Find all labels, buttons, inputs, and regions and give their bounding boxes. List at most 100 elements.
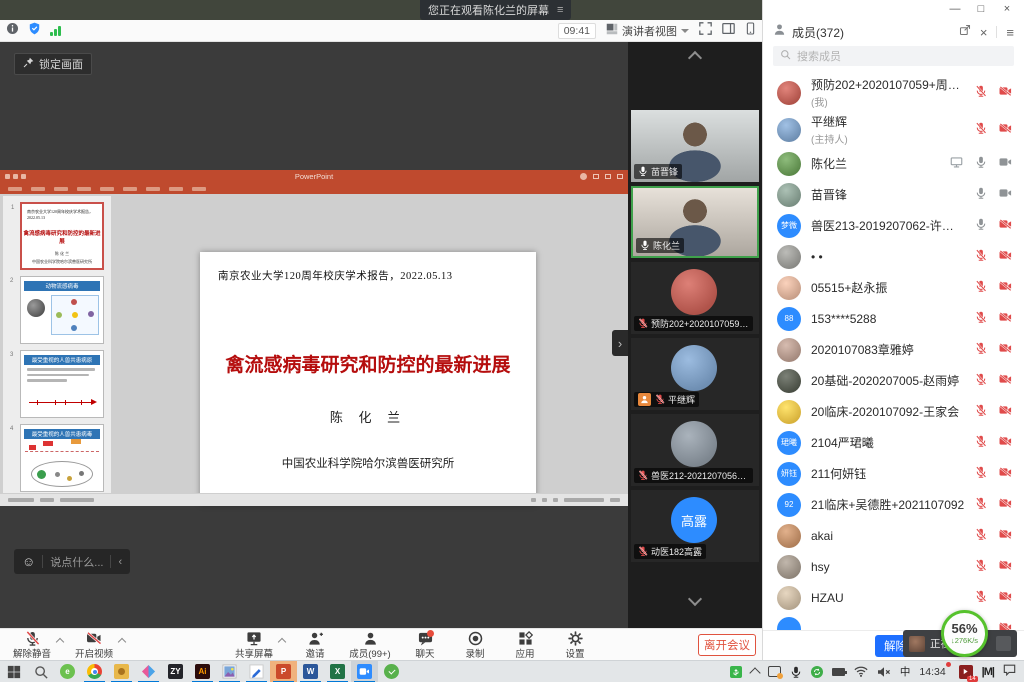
member-row[interactable]: 20临床-2020107092-王家会 <box>763 396 1024 427</box>
system-monitor-ball[interactable]: 56% ↓276K/s <box>941 610 988 657</box>
video-tile[interactable]: 陈化兰 <box>631 186 759 258</box>
camera-icon[interactable] <box>999 84 1012 102</box>
member-row[interactable]: HZAU <box>763 582 1024 613</box>
mic-icon[interactable] <box>975 248 987 266</box>
toolbar-apps-button[interactable]: 应用 <box>504 629 546 661</box>
camera-icon[interactable] <box>999 558 1012 576</box>
taskbar-app-excel[interactable]: X <box>324 661 351 682</box>
member-row[interactable]: 梦微 兽医213-2019207062-许梦微 <box>763 210 1024 241</box>
tray-battery-icon[interactable] <box>832 668 845 676</box>
camera-icon[interactable] <box>999 589 1012 607</box>
member-row[interactable]: 2020107083章雅婷 <box>763 334 1024 365</box>
tray-wifi-icon[interactable] <box>854 666 868 677</box>
panel-menu-icon[interactable]: ≡ <box>1006 25 1014 40</box>
taskbar-app-photos[interactable] <box>216 661 243 682</box>
mic-icon[interactable] <box>975 121 987 139</box>
mic-icon[interactable] <box>975 310 987 328</box>
video-tile[interactable]: 苗晋锋 <box>631 110 759 182</box>
taskbar-app-huya[interactable] <box>108 661 135 682</box>
tray-usb-icon[interactable] <box>730 666 742 678</box>
member-row[interactable]: 妍钰 211何妍钰 <box>763 458 1024 489</box>
toolbar-invite-button[interactable]: 邀请 <box>294 629 336 661</box>
slide-thumbnail-4[interactable]: 4最受重视的人兽共患病毒 <box>20 424 104 492</box>
toolbar-member-button[interactable]: 成员(99+) <box>344 629 396 661</box>
pin-view-button[interactable]: 锁定画面 <box>14 53 92 75</box>
view-mode-selector[interactable]: 演讲者视图 <box>606 23 689 39</box>
toolbar-chat-button[interactable]: 聊天 <box>404 629 446 661</box>
taskbar-app-chrome[interactable] <box>81 661 108 682</box>
toolbar-share-button[interactable]: 共享屏幕 <box>228 629 280 661</box>
quick-chat-bar[interactable]: ☺ 说点什么... ‹ <box>14 549 130 574</box>
slide-thumbnail-3[interactable]: 3最受重视的人兽共患病原 <box>20 350 104 418</box>
member-row[interactable]: 陈化兰 <box>763 148 1024 179</box>
tray-capture-icon[interactable] <box>768 666 781 677</box>
member-search-input[interactable]: 搜索成员 <box>773 46 1014 66</box>
member-row[interactable]: 苗晋锋 <box>763 179 1024 210</box>
mic-icon[interactable] <box>975 589 987 607</box>
taskbar-app-powerpoint[interactable]: P <box>270 661 297 682</box>
tray-sync-icon[interactable] <box>811 666 823 678</box>
member-row[interactable]: 珺曦 2104严珺曦 <box>763 427 1024 458</box>
member-row[interactable]: hsy <box>763 551 1024 582</box>
taskbar-app-kite[interactable] <box>135 661 162 682</box>
camera-icon[interactable] <box>999 217 1012 235</box>
mic-icon[interactable] <box>975 527 987 545</box>
next-page-arrow[interactable]: › <box>612 330 628 356</box>
taskbar-app-meeting[interactable] <box>351 661 378 682</box>
slide-thumbnail-2[interactable]: 2动物流感病毒 <box>20 276 104 344</box>
toolbar-expand-chevron[interactable] <box>278 637 286 645</box>
close-panel-icon[interactable]: × <box>980 25 988 40</box>
taskbar-app-search[interactable] <box>27 661 54 682</box>
camera-icon[interactable] <box>999 372 1012 390</box>
member-row[interactable]: • • <box>763 241 1024 272</box>
security-shield-icon[interactable] <box>28 22 41 40</box>
mic-icon[interactable] <box>975 496 987 514</box>
mic-icon[interactable] <box>975 155 987 173</box>
taskbar-app-browser-360[interactable]: e <box>54 661 81 682</box>
camera-icon[interactable] <box>999 496 1012 514</box>
mic-icon[interactable] <box>975 279 987 297</box>
camera-icon[interactable] <box>999 527 1012 545</box>
camera-icon[interactable] <box>999 465 1012 483</box>
video-tile[interactable]: 高露 动医182高露 <box>631 490 759 562</box>
toolbar-expand-chevron[interactable] <box>118 637 126 645</box>
toolbar-record-button[interactable]: 录制 <box>454 629 496 661</box>
tray-hidden-chevron-icon[interactable] <box>751 666 759 677</box>
camera-icon[interactable] <box>999 248 1012 266</box>
camera-icon[interactable] <box>999 310 1012 328</box>
popout-panel-icon[interactable] <box>959 23 971 41</box>
toolbar-cam-off-button[interactable]: 开启视频 <box>68 629 120 661</box>
close-button[interactable]: × <box>996 0 1018 18</box>
tray-clock[interactable]: 14:34 <box>919 666 945 678</box>
device-icon[interactable] <box>745 22 756 40</box>
camera-icon[interactable] <box>999 186 1012 204</box>
taskbar-app-pen[interactable] <box>243 661 270 682</box>
camera-icon[interactable] <box>999 279 1012 297</box>
mic-icon[interactable] <box>975 434 987 452</box>
video-tile[interactable]: 兽医212-2021207056-戴霞亚 <box>631 414 759 486</box>
camera-icon[interactable] <box>999 434 1012 452</box>
chat-input-placeholder[interactable]: 说点什么... <box>50 554 103 570</box>
member-row[interactable]: 20基础-2020207005-赵雨婷 <box>763 365 1024 396</box>
member-row[interactable]: 92 21临床+吴德胜+2021107092 <box>763 489 1024 520</box>
mic-icon[interactable] <box>975 558 987 576</box>
camera-icon[interactable] <box>999 155 1012 173</box>
mic-icon[interactable] <box>975 465 987 483</box>
ppt-ribbon-tabs[interactable] <box>0 183 628 194</box>
tray-video-app-icon[interactable]: 14 <box>959 665 973 679</box>
scroll-videos-down-icon[interactable] <box>689 594 701 606</box>
member-row[interactable]: 88 153****5288 <box>763 303 1024 334</box>
mic-icon[interactable] <box>975 186 987 204</box>
collapse-videos-icon[interactable] <box>689 50 701 62</box>
action-center-icon[interactable] <box>1003 663 1016 681</box>
member-row[interactable]: 预防202+2020107059+周孝蕊 (我) <box>763 74 1024 111</box>
taskbar-app-zhiyun[interactable]: ZY <box>162 661 189 682</box>
taskbar-app-wechat[interactable] <box>378 661 405 682</box>
slide-thumbnail-1[interactable]: 1南京农业大学120周年校庆学术报告，2022.05.13 禽流感病毒研究和防控… <box>20 202 104 270</box>
mic-icon[interactable] <box>975 372 987 390</box>
camera-icon[interactable] <box>999 403 1012 421</box>
toolbar-gear-button[interactable]: 设置 <box>554 629 596 661</box>
tray-volume-muted-icon[interactable] <box>877 666 891 678</box>
sidebar-toggle-icon[interactable] <box>722 22 735 40</box>
taskbar-app-illustrator[interactable]: Ai <box>189 661 216 682</box>
